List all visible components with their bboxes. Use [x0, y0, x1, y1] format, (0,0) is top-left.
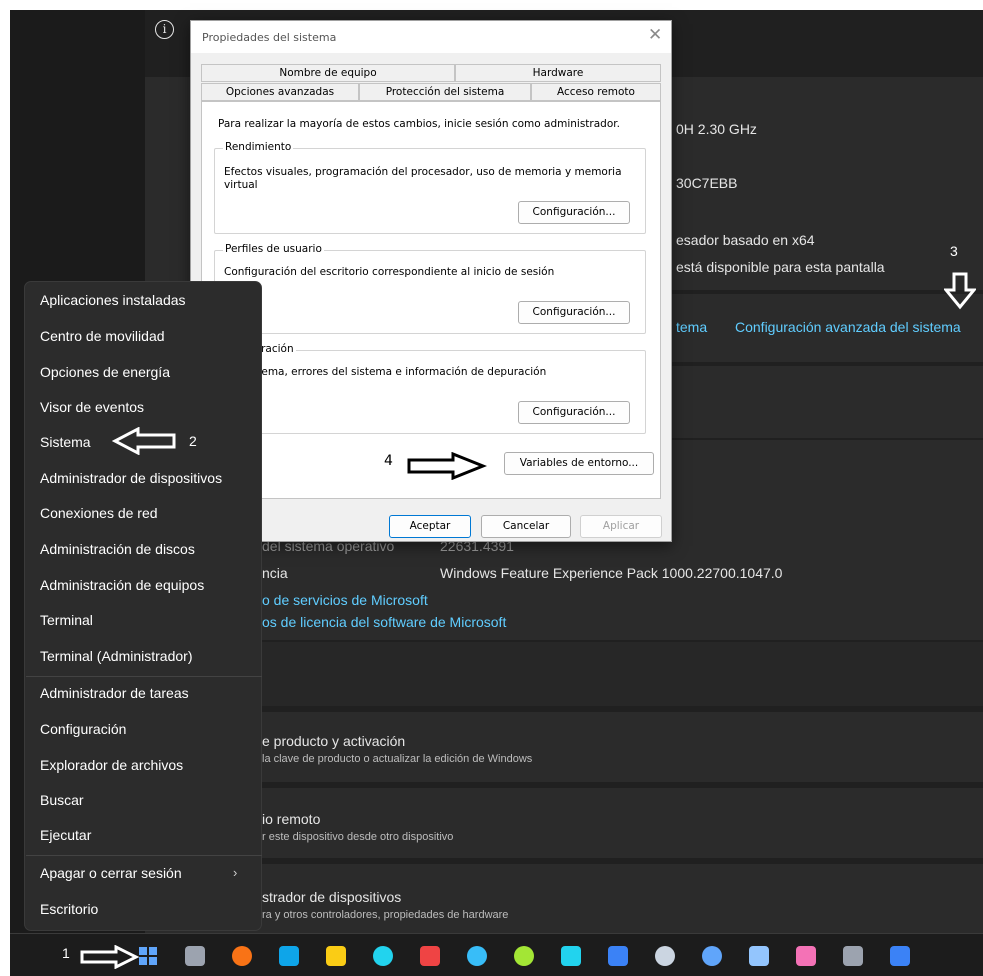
tab-system-protection[interactable]: Protección del sistema [359, 83, 531, 101]
left-arrow-icon [112, 427, 176, 455]
product-key-title: e producto y activación [262, 733, 406, 749]
word-icon[interactable] [608, 946, 628, 966]
right-arrow-icon [80, 945, 140, 969]
startup-recovery-settings-button[interactable]: Configuración... [518, 401, 630, 424]
menu-item-device-manager[interactable]: Administrador de dispositivos [40, 470, 222, 486]
experience-value: Windows Feature Experience Pack 1000.227… [440, 565, 783, 581]
outlook-icon[interactable] [279, 946, 299, 966]
startup-recovery-group: recuperación del sistema, errores del si… [214, 343, 646, 434]
experience-label: ncia [262, 565, 288, 581]
menu-item-search[interactable]: Buscar [40, 792, 84, 808]
user-profiles-group: Perfiles de usuario Configuración del es… [214, 243, 646, 334]
system-icon[interactable] [890, 946, 910, 966]
device-manager-subtitle: ra y otros controladores, propiedades de… [262, 909, 509, 921]
menu-item-file-explorer[interactable]: Explorador de archivos [40, 757, 183, 773]
remote-icon[interactable] [702, 946, 722, 966]
menu-item-mobility-center[interactable]: Centro de movilidad [40, 328, 165, 344]
telegram-icon[interactable] [467, 946, 487, 966]
product-key-subtitle: la clave de producto o actualizar la edi… [262, 753, 533, 765]
notepad-icon[interactable] [749, 946, 769, 966]
menu-item-settings[interactable]: Configuración [40, 721, 126, 737]
menu-item-event-viewer[interactable]: Visor de eventos [40, 399, 144, 415]
menu-item-computer-management[interactable]: Administración de equipos [40, 577, 204, 593]
tab-remote[interactable]: Acceso remoto [531, 83, 661, 101]
system-properties-dialog: Propiedades del sistema ✕ Nombre de equi… [190, 20, 672, 542]
apply-button[interactable]: Aplicar [580, 515, 662, 538]
right-arrow-icon [407, 452, 487, 480]
package-icon[interactable] [561, 946, 581, 966]
system-type-value: esador basado en x64 [676, 232, 815, 248]
winx-context-menu: Aplicaciones instaladas Centro de movili… [24, 281, 262, 931]
chevron-right-icon: › [233, 865, 238, 880]
related-link-protection[interactable]: tema [676, 319, 707, 335]
tab-advanced[interactable]: Opciones avanzadas [201, 83, 359, 101]
steam-icon[interactable] [655, 946, 675, 966]
annotation-step-2: 2 [189, 433, 197, 449]
performance-settings-button[interactable]: Configuración... [518, 201, 630, 224]
services-agreement-link[interactable]: o de servicios de Microsoft [262, 592, 428, 608]
ok-button[interactable]: Aceptar [389, 515, 471, 538]
annotation-step-1: 1 [62, 945, 70, 961]
firefox-icon[interactable] [232, 946, 252, 966]
user-profiles-desc: Configuración del escritorio correspondi… [224, 266, 555, 278]
down-arrow-icon [944, 272, 976, 310]
snip-icon[interactable] [420, 946, 440, 966]
performance-label: Rendimiento [223, 141, 294, 153]
startup-recovery-desc: del sistema, errores del sistema e infor… [224, 366, 547, 378]
menu-separator [26, 855, 262, 856]
tab-computer-name[interactable]: Nombre de equipo [201, 64, 455, 82]
menu-item-system[interactable]: Sistema [40, 434, 91, 450]
edge-icon[interactable] [373, 946, 393, 966]
advanced-system-settings-link[interactable]: Configuración avanzada del sistema [735, 319, 961, 335]
advanced-tab-page: Para realizar la mayoría de estos cambio… [201, 101, 661, 499]
menu-item-installed-apps[interactable]: Aplicaciones instaladas [40, 292, 186, 308]
start-icon[interactable] [138, 946, 158, 966]
task-view-icon[interactable] [185, 946, 205, 966]
menu-item-disk-management[interactable]: Administración de discos [40, 541, 195, 557]
file-explorer-icon[interactable] [326, 946, 346, 966]
performance-desc-1: Efectos visuales, programación del proce… [224, 166, 622, 178]
menu-item-power-options[interactable]: Opciones de energía [40, 364, 170, 380]
pen-touch-value: está disponible para esta pantalla [676, 259, 885, 275]
dialog-title: Propiedades del sistema [202, 31, 337, 44]
taskbar: 1 [10, 933, 983, 976]
license-terms-link[interactable]: os de licencia del software de Microsoft [262, 614, 506, 630]
device-id-value: 30C7EBB [676, 175, 738, 191]
performance-desc-2: virtual [224, 179, 258, 191]
menu-item-shutdown[interactable]: Apagar o cerrar sesión [40, 865, 182, 881]
info-icon: i [155, 20, 174, 39]
close-icon[interactable]: ✕ [648, 25, 662, 45]
user-profiles-settings-button[interactable]: Configuración... [518, 301, 630, 324]
menu-item-network-connections[interactable]: Conexiones de red [40, 505, 158, 521]
menu-item-terminal[interactable]: Terminal [40, 612, 93, 628]
related-header [145, 642, 983, 706]
remote-desktop-subtitle: r este dispositivo desde otro dispositiv… [262, 831, 454, 843]
performance-group: Rendimiento Efectos visuales, programaci… [214, 141, 646, 234]
processor-value: 0H 2.30 GHz [676, 121, 757, 137]
app-icon[interactable] [514, 946, 534, 966]
device-manager-title: strador de dispositivos [262, 889, 402, 905]
tab-hardware[interactable]: Hardware [455, 64, 661, 82]
dialog-titlebar[interactable]: Propiedades del sistema ✕ [191, 21, 671, 53]
winrar-icon[interactable] [796, 946, 816, 966]
settings-icon[interactable] [843, 946, 863, 966]
menu-separator [26, 676, 262, 677]
annotation-step-4: 4 [384, 453, 393, 469]
admin-note: Para realizar la mayoría de estos cambio… [218, 118, 620, 130]
remote-desktop-title: io remoto [262, 811, 321, 827]
cancel-button[interactable]: Cancelar [481, 515, 571, 538]
menu-item-run[interactable]: Ejecutar [40, 827, 91, 843]
menu-item-task-manager[interactable]: Administrador de tareas [40, 685, 189, 701]
environment-variables-button[interactable]: Variables de entorno... [504, 452, 654, 475]
menu-item-terminal-admin[interactable]: Terminal (Administrador) [40, 648, 192, 664]
annotation-step-3: 3 [950, 243, 958, 259]
menu-item-desktop[interactable]: Escritorio [40, 901, 98, 917]
user-profiles-label: Perfiles de usuario [223, 243, 324, 255]
